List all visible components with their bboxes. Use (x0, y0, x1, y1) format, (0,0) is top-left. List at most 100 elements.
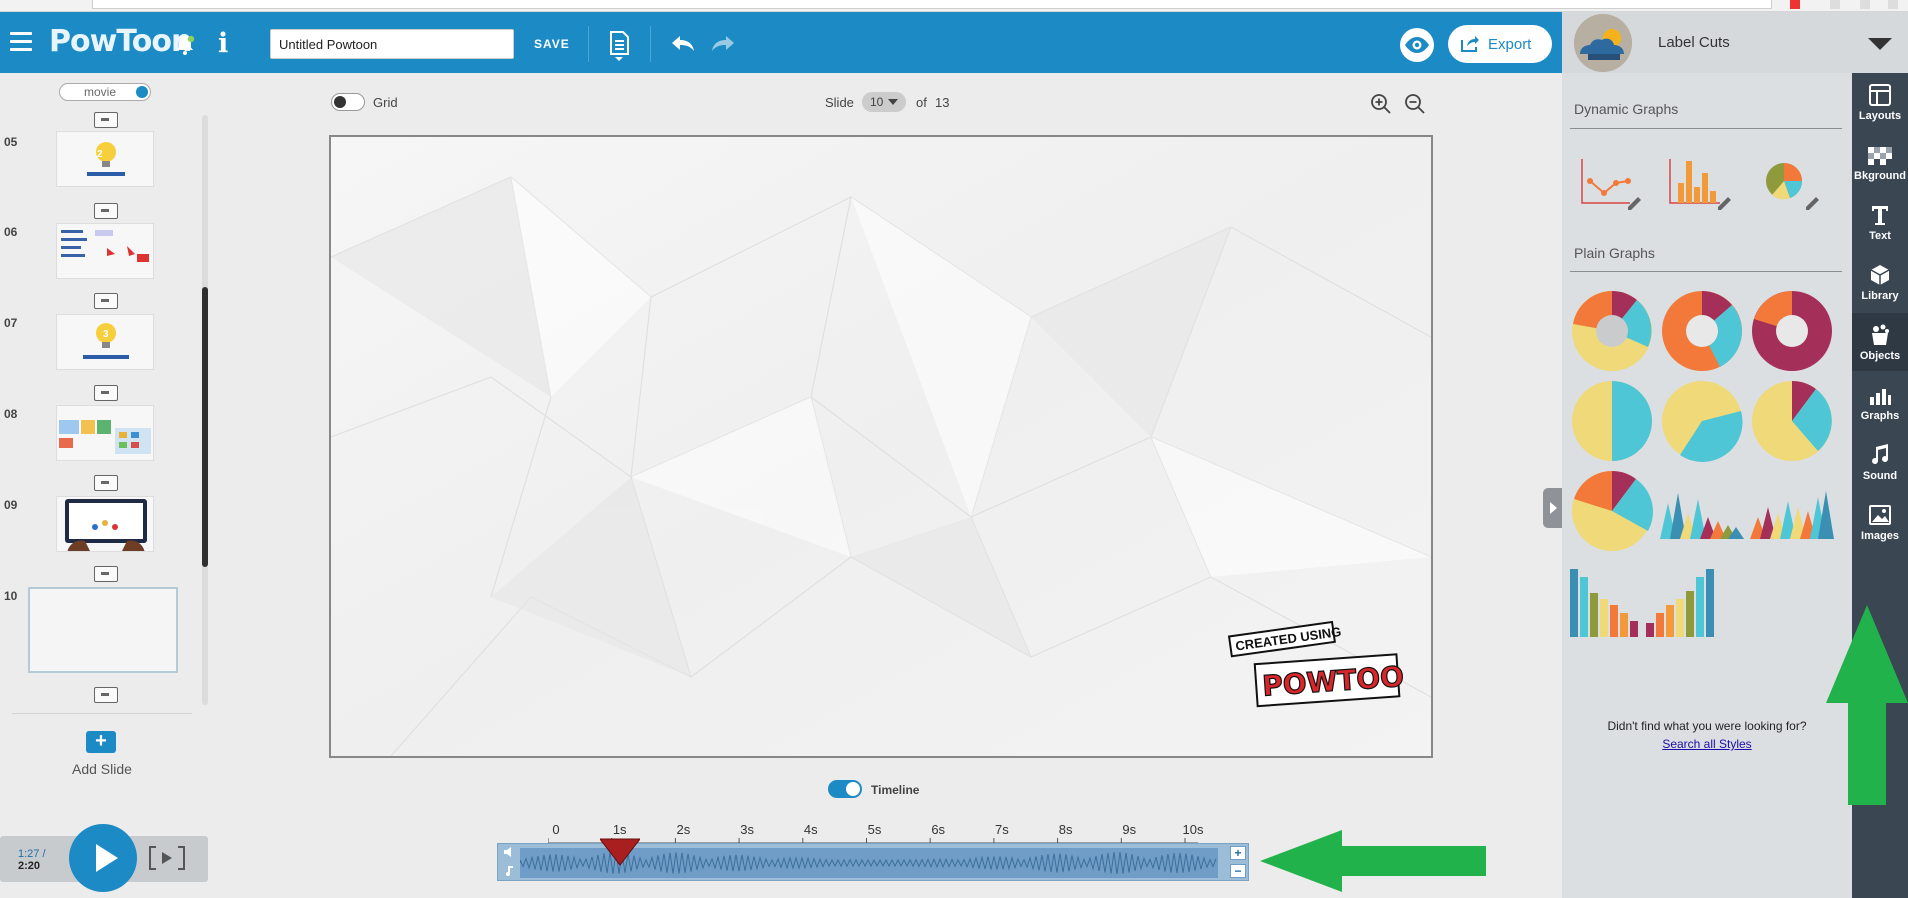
transition-icon[interactable] (94, 385, 118, 401)
play-slide-icon[interactable] (148, 845, 186, 871)
slide-thumbnail-image: 2 (87, 142, 125, 176)
playhead-marker[interactable] (599, 838, 640, 866)
slide-number: 09 (4, 498, 18, 512)
objects-icon (1872, 324, 1889, 345)
zoom-in-icon[interactable] (1370, 93, 1392, 115)
pie-chart-item[interactable] (1660, 379, 1744, 463)
slide-number: 10 (4, 589, 18, 603)
total-slides: 13 (935, 95, 950, 110)
annotation-arrow-up (1826, 605, 1908, 805)
export-label: Export (1488, 35, 1532, 53)
user-avatar[interactable] (1574, 14, 1632, 72)
nav-sound[interactable]: Sound (1852, 433, 1908, 491)
created-using-powtoon-watermark: CREATED USING POWTOON (1227, 620, 1404, 708)
transition-icon[interactable] (94, 566, 118, 582)
zoom-out-icon[interactable] (1404, 93, 1426, 115)
donut-chart-item[interactable] (1570, 289, 1654, 373)
timeline-label: Timeline (871, 783, 920, 797)
toolbar-divider (588, 26, 589, 62)
slide-number-select[interactable]: 10 (862, 92, 906, 112)
nav-label: Graphs (1860, 410, 1900, 422)
section-divider (1570, 128, 1842, 129)
bar-chart-item[interactable] (1570, 563, 1744, 637)
redo-icon[interactable] (710, 34, 736, 54)
pie-chart-item[interactable] (1750, 379, 1834, 463)
transition-icon[interactable] (94, 293, 118, 309)
window-minimize-icon[interactable] (1830, 0, 1840, 9)
document-menu-icon[interactable] (606, 30, 632, 62)
slide-thumbnail[interactable] (56, 405, 154, 461)
transition-icon[interactable] (94, 475, 118, 491)
add-slide-label[interactable]: Add Slide (72, 761, 132, 777)
nav-objects[interactable]: Objects (1852, 313, 1908, 371)
ruler-tick-label: 9s (1122, 822, 1137, 837)
timeline-toggle[interactable] (828, 780, 862, 798)
window-maximize-icon[interactable] (1860, 0, 1870, 9)
nav-label: Library (1861, 290, 1899, 302)
donut-chart-item[interactable] (1660, 289, 1744, 373)
chevron-down-icon[interactable] (1868, 38, 1892, 50)
notification-bell-icon[interactable] (173, 33, 197, 57)
music-note-icon (1872, 444, 1889, 465)
play-button[interactable] (69, 824, 137, 892)
extension-icon[interactable] (1790, 0, 1800, 9)
user-header: Label Cuts (1562, 12, 1908, 73)
slide-thumbnail[interactable]: 2 (56, 131, 154, 187)
avatar-image (1574, 14, 1632, 72)
undo-icon[interactable] (670, 34, 696, 54)
nav-background[interactable]: Bkground (1852, 133, 1908, 191)
dynamic-bar-graph-item[interactable] (1666, 155, 1732, 213)
triangle-chart-item[interactable] (1660, 483, 1744, 539)
export-button[interactable]: Export (1448, 25, 1552, 63)
slides-scrollbar[interactable] (202, 115, 208, 705)
movie-mode-toggle[interactable]: movie (59, 83, 151, 101)
transition-icon[interactable] (94, 112, 118, 128)
nav-layouts[interactable]: Layouts (1852, 73, 1908, 131)
hamburger-menu-icon[interactable] (10, 32, 32, 52)
transition-icon[interactable] (94, 203, 118, 219)
window-close-icon[interactable] (1888, 0, 1898, 9)
nav-label: Objects (1859, 350, 1901, 362)
slide-thumbnail[interactable]: 3 (56, 314, 154, 370)
triangle-chart-item[interactable] (1750, 483, 1834, 539)
transition-icon[interactable] (94, 687, 118, 703)
grid-toggle[interactable] (331, 93, 365, 111)
user-name[interactable]: Label Cuts (1658, 34, 1730, 51)
current-time: 1:27 / (18, 848, 46, 860)
slide-thumbnail-image: 3 (83, 323, 129, 359)
of-label: of (916, 95, 927, 110)
address-bar[interactable] (92, 0, 1772, 9)
pie-chart-item[interactable] (1570, 469, 1654, 553)
collapse-panel-tab[interactable] (1543, 488, 1562, 528)
section-divider (1570, 271, 1842, 272)
dynamic-pie-graph-item[interactable] (1762, 159, 1828, 213)
slide-thumbnail[interactable] (56, 496, 154, 552)
ruler-tick-label: 6s (931, 822, 946, 837)
nav-images[interactable]: Images (1852, 493, 1908, 551)
ruler-tick-label: 0 (552, 822, 560, 837)
track-zoom-in-button[interactable]: + (1230, 846, 1246, 860)
slide-thumbnail[interactable] (56, 223, 154, 279)
toggle-knob (136, 86, 148, 98)
track-zoom-out-button[interactable]: − (1230, 864, 1246, 878)
nav-library[interactable]: Library (1852, 253, 1908, 311)
preview-button[interactable] (1400, 28, 1434, 62)
dynamic-line-graph-item[interactable] (1576, 155, 1642, 213)
save-button[interactable]: SAVE (534, 37, 570, 51)
toggle-knob (846, 782, 860, 796)
bar-chart-icon (1870, 389, 1891, 405)
nav-text[interactable]: Text (1852, 193, 1908, 251)
search-all-styles-link[interactable]: Search all Styles (1562, 737, 1852, 751)
annotation-arrow-left (1260, 830, 1486, 892)
powtoon-logo[interactable]: PowToon (49, 24, 192, 59)
layouts-icon (1869, 84, 1891, 106)
powtoon-title-input[interactable] (270, 29, 514, 59)
info-icon[interactable]: i (218, 28, 228, 59)
pie-chart-item[interactable] (1570, 379, 1654, 463)
nav-graphs[interactable]: Graphs (1852, 373, 1908, 431)
slide-thumbnail-selected[interactable] (28, 587, 178, 673)
donut-chart-item[interactable] (1750, 289, 1834, 373)
add-slide-button[interactable]: + (86, 731, 116, 753)
scrollbar-thumb[interactable] (202, 287, 208, 567)
nav-label: Bkground (1854, 170, 1906, 182)
